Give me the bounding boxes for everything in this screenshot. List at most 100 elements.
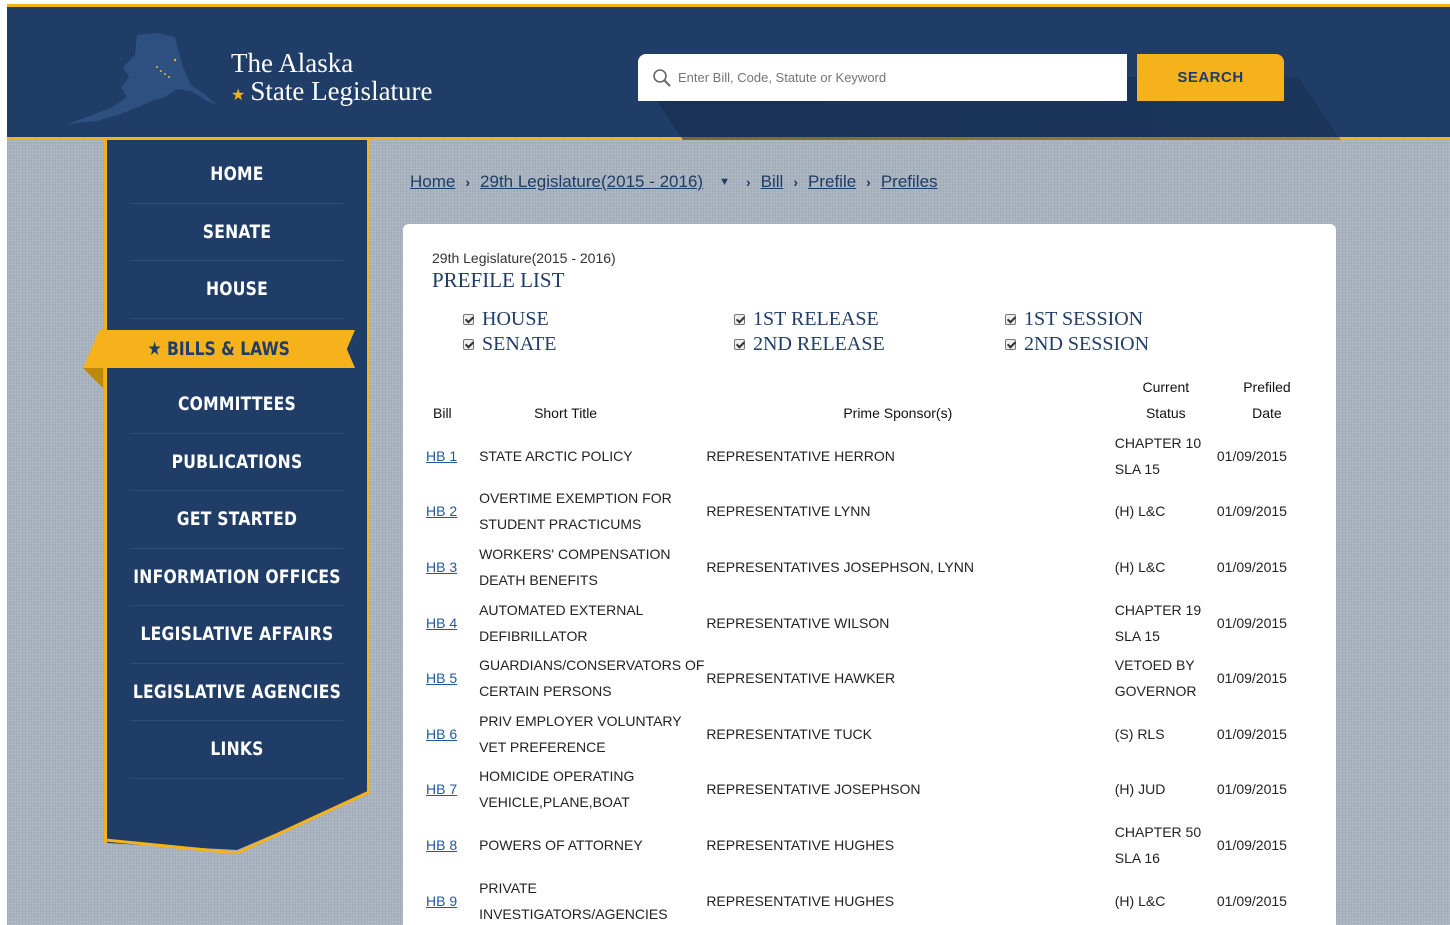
bill-status: CHAPTER 50 SLA 16 <box>1114 823 1202 866</box>
breadcrumb-bill[interactable]: Bill <box>761 172 784 192</box>
bill-title: STATE ARCTIC POLICY <box>479 447 633 464</box>
nav-item-get-started[interactable]: GET STARTED <box>130 491 344 549</box>
filter-2nd-release-label: 2ND RELEASE <box>753 333 885 355</box>
bill-link[interactable]: HB 3 <box>426 559 457 575</box>
nav-item-legislative-agencies[interactable]: LEGISLATIVE AGENCIES <box>130 664 344 721</box>
bill-date: 01/09/2015 <box>1216 503 1287 520</box>
nav-item-legislative-affairs[interactable]: LEGISLATIVE AFFAIRS <box>130 606 344 664</box>
bill-date: 01/09/2015 <box>1216 670 1287 687</box>
caret-down-icon[interactable]: ▼ <box>719 176 730 188</box>
bill-sponsor: REPRESENTATIVE JOSEPHSON <box>706 781 921 798</box>
bill-sponsor: REPRESENTATIVE TUCK <box>706 725 873 742</box>
filter-senate-label: SENATE <box>482 333 557 355</box>
nav-item-information-offices[interactable]: INFORMATION OFFICES <box>130 549 344 606</box>
filter-senate[interactable]: SENATE <box>463 333 556 356</box>
bill-status: (S) RLS <box>1114 725 1165 742</box>
nav-item-publications[interactable]: PUBLICATIONS <box>130 434 344 491</box>
bill-title: PRIVATE INVESTIGATORS/AGENCIES <box>479 879 668 922</box>
bill-link[interactable]: HB 6 <box>426 726 457 742</box>
filter-house-label: HOUSE <box>482 308 549 330</box>
table-row: HB 2 OVERTIME EXEMPTION FOR STUDENT PRAC… <box>417 484 1317 540</box>
table-row: HB 7 HOMICIDE OPERATING VEHICLE,PLANE,BO… <box>417 762 1317 818</box>
bill-date: 01/09/2015 <box>1216 781 1287 798</box>
search-button[interactable]: SEARCH <box>1137 54 1284 101</box>
checkbox-checked-icon[interactable] <box>1005 339 1016 350</box>
chevron-right-icon: › <box>745 174 751 190</box>
checkbox-checked-icon[interactable] <box>734 339 745 350</box>
checkbox-checked-icon[interactable] <box>463 339 474 350</box>
breadcrumb-prefile[interactable]: Prefile <box>808 172 856 192</box>
nav-item-committees[interactable]: COMMITTEES <box>130 376 344 434</box>
alaska-map-icon <box>65 33 217 125</box>
col-header-title[interactable]: Short Title <box>479 374 706 428</box>
bill-title: AUTOMATED EXTERNAL DEFIBRILLATOR <box>479 601 643 644</box>
filter-2nd-release[interactable]: 2ND RELEASE <box>734 333 885 356</box>
table-row: HB 9 PRIVATE INVESTIGATORS/AGENCIES REPR… <box>417 873 1317 925</box>
filter-house[interactable]: HOUSE <box>463 308 549 331</box>
bill-title: HOMICIDE OPERATING VEHICLE,PLANE,BOAT <box>479 768 635 811</box>
nav-item-links[interactable]: LINKS <box>130 721 344 779</box>
content-panel: 29th Legislature(2015 - 2016) PREFILE LI… <box>403 224 1336 925</box>
filter-1st-release[interactable]: 1ST RELEASE <box>734 308 879 331</box>
bill-link[interactable]: HB 7 <box>426 781 457 797</box>
bill-date: 01/09/2015 <box>1216 614 1287 631</box>
bill-date: 01/09/2015 <box>1216 836 1287 853</box>
filter-1st-release-label: 1ST RELEASE <box>753 308 879 330</box>
checkbox-checked-icon[interactable] <box>734 314 745 325</box>
table-row: HB 4 AUTOMATED EXTERNAL DEFIBRILLATOR RE… <box>417 595 1317 651</box>
nav-item-bills-laws[interactable]: ★ BILLS & LAWS <box>83 330 355 368</box>
page-frame: The Alaska ★State Legislature SEARCH HOM… <box>7 4 1450 925</box>
nav-item-home[interactable]: HOME <box>130 146 344 204</box>
bill-link[interactable]: HB 2 <box>426 503 457 519</box>
main-nav: HOME SENATE HOUSE COMMITTEES PUBLICATION… <box>107 146 367 779</box>
bill-link[interactable]: HB 1 <box>426 448 457 464</box>
filter-2nd-session[interactable]: 2ND SESSION <box>1005 333 1149 356</box>
active-tab-fold <box>83 368 103 388</box>
bill-link[interactable]: HB 8 <box>426 837 457 853</box>
bill-status: VETOED BY GOVERNOR <box>1114 657 1197 700</box>
filter-1st-session-label: 1ST SESSION <box>1024 308 1144 330</box>
breadcrumb-legislature[interactable]: 29th Legislature(2015 - 2016) <box>480 172 703 192</box>
checkbox-checked-icon[interactable] <box>463 314 474 325</box>
table-row: HB 8 POWERS OF ATTORNEY REPRESENTATIVE H… <box>417 817 1317 873</box>
nav-item-bills-laws-label: ★ BILLS & LAWS <box>147 338 291 360</box>
bill-sponsor: REPRESENTATIVE HUGHES <box>706 892 895 909</box>
nav-item-house[interactable]: HOUSE <box>130 261 344 319</box>
chevron-right-icon: › <box>793 174 798 190</box>
bill-link[interactable]: HB 4 <box>426 615 457 631</box>
bill-status: (H) L&C <box>1114 558 1166 575</box>
bill-date: 01/09/2015 <box>1216 447 1287 464</box>
bill-title: WORKERS' COMPENSATION DEATH BENEFITS <box>479 545 671 588</box>
logo-line2: State Legislature <box>250 76 433 106</box>
breadcrumb-prefiles[interactable]: Prefiles <box>881 172 938 192</box>
bill-sponsor: REPRESENTATIVE WILSON <box>706 614 890 631</box>
col-header-date[interactable]: Prefiled Date <box>1217 374 1317 428</box>
search-input[interactable] <box>678 70 1098 85</box>
filter-1st-session[interactable]: 1ST SESSION <box>1005 308 1143 331</box>
col-header-status[interactable]: Current Status <box>1115 374 1217 428</box>
bill-status: (H) JUD <box>1114 781 1166 798</box>
filter-2nd-session-label: 2ND SESSION <box>1024 333 1150 355</box>
bill-date: 01/09/2015 <box>1216 725 1287 742</box>
bill-status: CHAPTER 10 SLA 15 <box>1114 434 1202 477</box>
col-header-sponsor[interactable]: Prime Sponsor(s) <box>706 374 1114 428</box>
logo-text: The Alaska ★ State Legislature <box>231 49 433 110</box>
bill-link[interactable]: HB 9 <box>426 893 457 909</box>
search-icon <box>653 68 671 87</box>
legislature-subtitle: 29th Legislature(2015 - 2016) <box>432 250 616 266</box>
site-logo[interactable]: The Alaska ★ State Legislature <box>57 27 437 127</box>
bill-link[interactable]: HB 5 <box>426 670 457 686</box>
table-row: HB 5 GUARDIANS/CONSERVATORS OF CERTAIN P… <box>417 650 1317 706</box>
breadcrumb-home[interactable]: Home <box>410 172 455 192</box>
checkbox-checked-icon[interactable] <box>1005 314 1016 325</box>
table-row: HB 6 PRIV EMPLOYER VOLUNTARY VET PREFERE… <box>417 706 1317 762</box>
bill-sponsor: REPRESENTATIVE LYNN <box>706 503 871 520</box>
chevron-right-icon: › <box>465 174 471 190</box>
bill-title: GUARDIANS/CONSERVATORS OF CERTAIN PERSON… <box>479 657 705 700</box>
nav-item-senate[interactable]: SENATE <box>130 204 344 261</box>
col-header-date-line2: Date <box>1252 405 1282 421</box>
col-header-bill[interactable]: Bill <box>417 374 479 428</box>
page-title: PREFILE LIST <box>432 268 565 292</box>
bill-title: OVERTIME EXEMPTION FOR STUDENT PRACTICUM… <box>479 490 672 533</box>
sidebar-bottom-border <box>104 790 370 854</box>
